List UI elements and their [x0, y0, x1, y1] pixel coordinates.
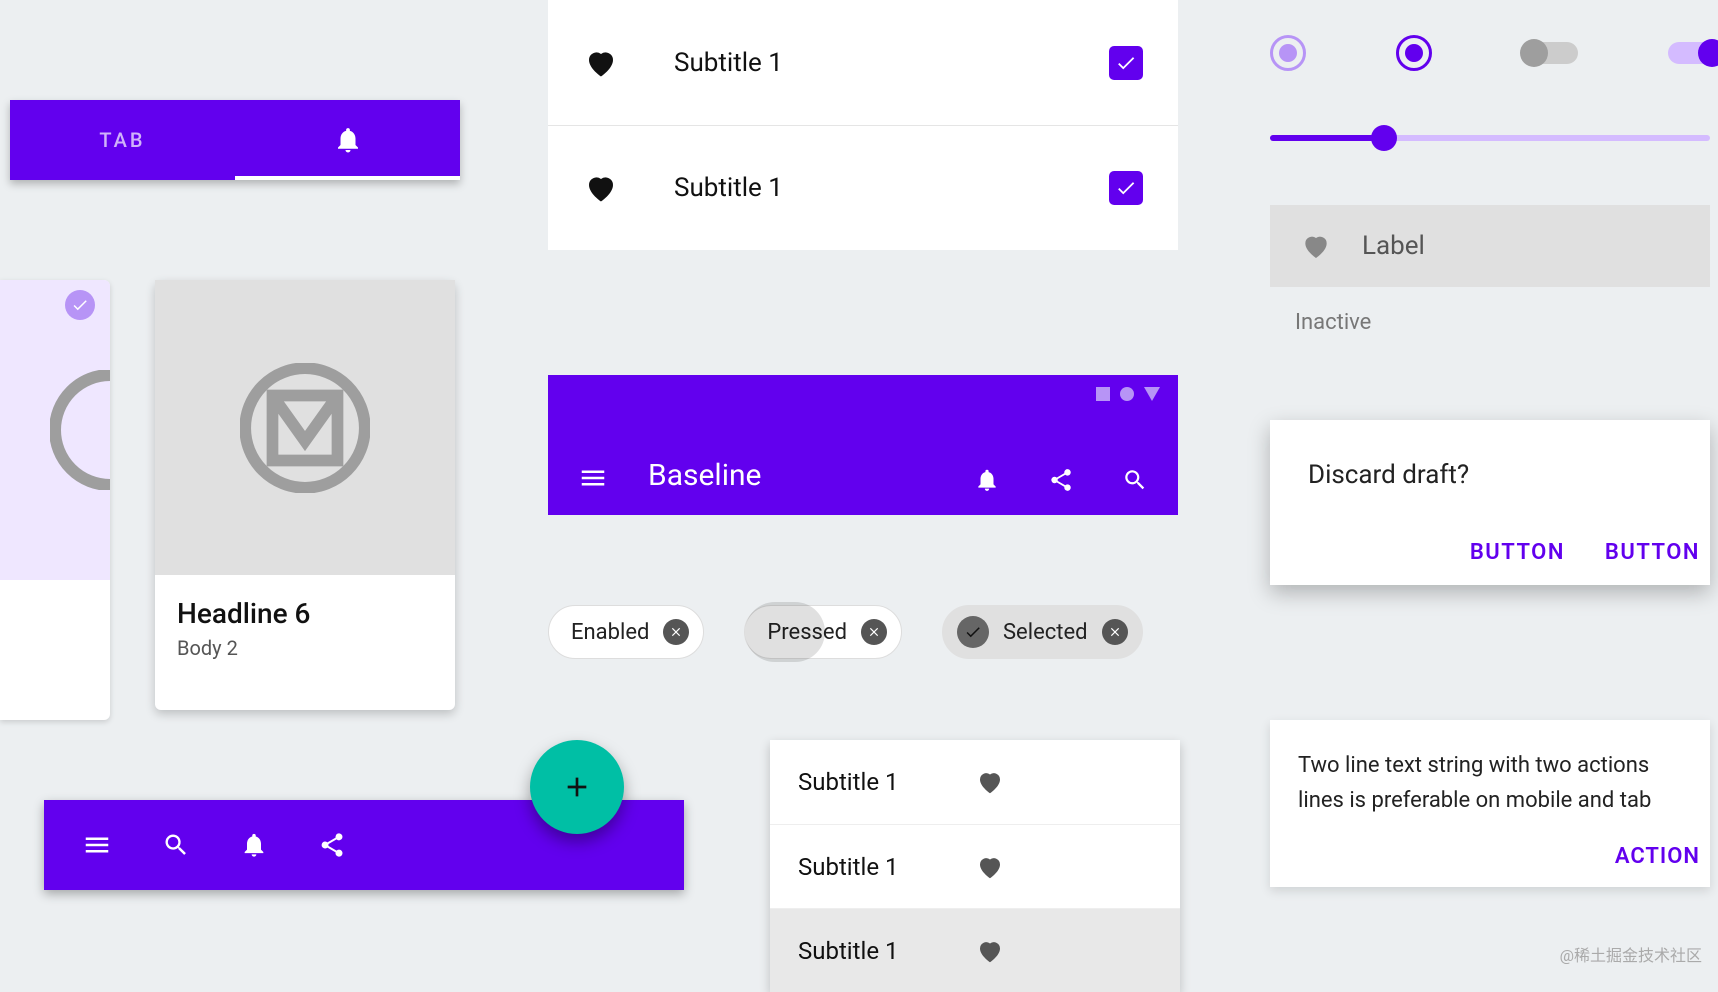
heart-icon[interactable]	[975, 936, 1152, 966]
snackbar-action[interactable]: ACTION	[1298, 844, 1700, 869]
selection-controls	[1270, 35, 1718, 71]
app-bar-title: Baseline	[648, 458, 974, 493]
heart-icon	[583, 45, 619, 81]
list-item[interactable]: Subtitle 1	[770, 740, 1180, 824]
label-chip[interactable]: Label	[1270, 205, 1710, 287]
close-icon[interactable]	[861, 619, 887, 645]
chip-pressed[interactable]: Pressed	[744, 605, 902, 659]
snackbar-text: Two line text string with two actions li…	[1298, 748, 1700, 818]
list-item-label: Subtitle 1	[674, 173, 1109, 203]
list-item[interactable]: Subtitle 1	[548, 0, 1178, 125]
watermark: @稀土掘金技术社区	[1560, 942, 1702, 966]
slider[interactable]	[1270, 135, 1710, 141]
slider-fill	[1270, 135, 1384, 141]
list: Subtitle 1 Subtitle 1 Subtitle 1	[770, 740, 1180, 992]
chip-row: Enabled Pressed Selected	[548, 605, 1143, 659]
checkbox[interactable]	[1109, 46, 1143, 80]
chip-label: Pressed	[767, 620, 847, 645]
list-item[interactable]: Subtitle 1	[548, 125, 1178, 250]
card-headline: Headline 6	[177, 597, 433, 630]
label-chip-text: Label	[1362, 231, 1425, 261]
radio-dot	[1405, 44, 1423, 62]
card-body: Body 2	[177, 636, 433, 660]
search-icon[interactable]	[1122, 467, 1148, 493]
checkbox[interactable]	[1109, 171, 1143, 205]
bell-icon	[333, 125, 363, 155]
card-content: Headline 6 Body 2	[155, 575, 455, 682]
dialog: Discard draft? BUTTON BUTTON	[1270, 420, 1710, 585]
list: Subtitle 1 Subtitle 1	[548, 0, 1178, 250]
plus-icon	[561, 771, 593, 803]
share-icon[interactable]	[318, 831, 346, 859]
material-logo-icon	[240, 363, 370, 493]
chip-selected[interactable]: Selected	[942, 605, 1143, 659]
dialog-message: Discard draft?	[1308, 460, 1710, 490]
check-badge-icon	[65, 290, 95, 320]
switch-off[interactable]	[1522, 42, 1578, 64]
chip-label: Selected	[1003, 620, 1088, 645]
slider-thumb[interactable]	[1371, 125, 1397, 151]
radio-unselected[interactable]	[1270, 35, 1306, 71]
snackbar: Two line text string with two actions li…	[1270, 720, 1710, 887]
chip-enabled[interactable]: Enabled	[548, 605, 704, 659]
search-icon[interactable]	[162, 831, 190, 859]
list-item-label: Subtitle 1	[798, 768, 975, 796]
list-item-label: Subtitle 1	[798, 937, 975, 965]
list-item[interactable]: Subtitle 1	[770, 824, 1180, 908]
heart-icon[interactable]	[975, 767, 1152, 797]
dialog-button-2[interactable]: BUTTON	[1605, 540, 1700, 565]
check-icon	[957, 616, 989, 648]
card-previous[interactable]	[0, 280, 110, 720]
bell-icon[interactable]	[974, 467, 1000, 493]
switch-on[interactable]	[1668, 42, 1718, 64]
app-bar: Baseline	[548, 375, 1178, 515]
heart-icon[interactable]	[975, 852, 1152, 882]
card[interactable]: Headline 6 Body 2	[155, 280, 455, 710]
close-icon[interactable]	[1102, 619, 1128, 645]
tab-notifications[interactable]	[235, 100, 460, 180]
card-media	[0, 280, 110, 580]
heart-icon	[1300, 230, 1332, 262]
tab-label: TAB	[99, 128, 145, 152]
dialog-button-1[interactable]: BUTTON	[1470, 540, 1565, 565]
square-icon	[1096, 387, 1110, 401]
menu-icon[interactable]	[82, 830, 112, 860]
share-icon[interactable]	[1048, 467, 1074, 493]
tab-bar: TAB	[10, 100, 460, 180]
material-logo-icon	[50, 370, 110, 490]
heart-icon	[583, 170, 619, 206]
bell-icon[interactable]	[240, 831, 268, 859]
radio-selected[interactable]	[1396, 35, 1432, 71]
list-item-label: Subtitle 1	[798, 853, 975, 881]
triangle-icon	[1144, 387, 1160, 401]
tab-text[interactable]: TAB	[10, 100, 235, 180]
list-item[interactable]: Subtitle 1	[770, 908, 1180, 992]
radio-dot	[1279, 44, 1297, 62]
menu-icon[interactable]	[578, 463, 608, 493]
circle-icon	[1120, 387, 1134, 401]
list-item-label: Subtitle 1	[674, 48, 1109, 78]
fab-add[interactable]	[530, 740, 624, 834]
card-media	[155, 280, 455, 575]
chip-label: Enabled	[571, 620, 649, 645]
close-icon[interactable]	[663, 619, 689, 645]
caption: Inactive	[1295, 310, 1371, 335]
